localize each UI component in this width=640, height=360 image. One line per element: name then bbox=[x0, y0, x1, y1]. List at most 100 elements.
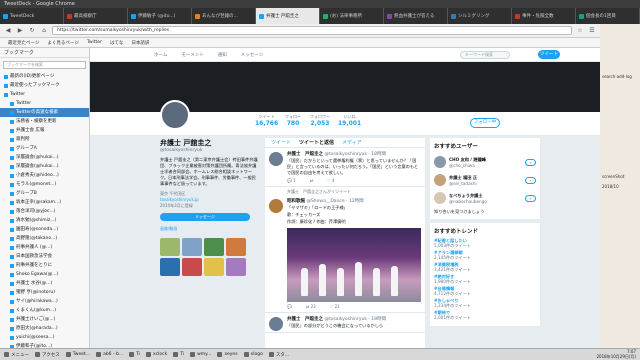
taskbar-item[interactable]: xclock bbox=[146, 352, 167, 357]
bookmark-link[interactable]: 日本語訳 bbox=[131, 40, 149, 46]
home-icon[interactable]: ⌂ bbox=[40, 27, 48, 35]
bookmark-item[interactable]: 弁護士会 広報 bbox=[0, 126, 89, 135]
tweet-author[interactable]: 弁護士 戸舘圭之 bbox=[287, 317, 323, 322]
star-icon[interactable]: ☆ bbox=[576, 27, 584, 35]
profile-handle[interactable]: @tosaikyoshinryuk bbox=[160, 148, 260, 153]
browser-tab[interactable]: あんなが翌鐘の... bbox=[192, 8, 256, 24]
bookmark-item[interactable]: グループB bbox=[0, 189, 89, 198]
bookmark-item[interactable]: 園田寿(@sonoda...) bbox=[0, 225, 89, 234]
media-thumbnail[interactable] bbox=[182, 238, 202, 256]
tweet-button[interactable]: ツイート bbox=[538, 50, 560, 59]
browser-tab[interactable]: 伊藤敏子 (@ito...) bbox=[128, 8, 192, 24]
bookmark-item[interactable]: 原田大(@harada...) bbox=[0, 324, 89, 333]
bookmark-item[interactable]: 最近使ったブックマーク bbox=[0, 81, 89, 90]
media-thumbnail[interactable] bbox=[204, 258, 224, 276]
desktop-icon-label[interactable]: search-add-log bbox=[602, 74, 632, 79]
bookmark-item[interactable]: 猪野 亨(@inotoru) bbox=[0, 288, 89, 297]
browser-tab[interactable]: 事件・危険全数 bbox=[512, 8, 576, 24]
browser-tab[interactable]: 最高検察庁 bbox=[64, 8, 128, 24]
media-label[interactable]: 画像/動画 bbox=[160, 226, 260, 232]
taskbar-item[interactable]: メニュー bbox=[4, 352, 29, 358]
back-arrow-icon[interactable]: ◀ bbox=[4, 27, 12, 35]
taskbar-item[interactable]: Ti bbox=[173, 352, 184, 357]
bookmark-item[interactable]: Twitter bbox=[0, 99, 89, 108]
browser-tab[interactable]: (お) 法律事務所 bbox=[320, 8, 384, 24]
stat-tweets[interactable]: ツイート 16,766 bbox=[255, 114, 278, 127]
bookmark-item[interactable]: yoichi(@seesa...) bbox=[0, 333, 89, 342]
browser-tab[interactable]: 熱血弁護士が答える bbox=[384, 8, 448, 24]
media-thumbnail[interactable] bbox=[160, 258, 180, 276]
twitter-search-input[interactable]: キーワード検索 bbox=[460, 51, 510, 59]
tweet-avatar[interactable] bbox=[269, 199, 283, 213]
tweet-author[interactable]: 弁護士 戸舘圭之 bbox=[287, 152, 323, 157]
trend-item[interactable]: #おしゃべり 1,234件のツイート bbox=[434, 298, 536, 308]
taskbar-item[interactable]: ab6 - b... bbox=[96, 352, 123, 357]
bookmark-item[interactable]: 刑事弁護をとりに bbox=[0, 261, 89, 270]
retweet-icon[interactable]: ⇄ 23 bbox=[306, 304, 316, 309]
forward-arrow-icon[interactable]: ▶ bbox=[16, 27, 24, 35]
tweet[interactable]: 昭和歌謡 @Showa__Dance · 12時間 「ヤマザキ」「ロードの王子様… bbox=[265, 195, 425, 313]
trend-item[interactable]: #絶対好き 1,980件のツイート bbox=[434, 274, 536, 284]
suggested-user[interactable]: なべちょう弁護士 @nabechoubengo + bbox=[434, 189, 536, 207]
bookmark-item[interactable]: 清水勉(@shimiz...) bbox=[0, 216, 89, 225]
bookmark-item[interactable]: 裁判所 bbox=[0, 135, 89, 144]
browser-tab[interactable]: 個会長の1回目 bbox=[576, 8, 640, 24]
bookmark-item[interactable]: 法務省・検察を更新 bbox=[0, 117, 89, 126]
bookmark-item[interactable]: 小倉秀夫(@hideo...) bbox=[0, 171, 89, 180]
browser-tab-active[interactable]: 弁護士 戸舘圭之 bbox=[256, 8, 320, 24]
nav-home[interactable]: ホーム bbox=[154, 52, 167, 58]
desktop-icon-label[interactable]: screenShot bbox=[602, 174, 624, 179]
user-avatar[interactable] bbox=[434, 174, 446, 186]
menu-icon[interactable]: ☰ bbox=[588, 27, 596, 35]
like-icon[interactable]: ♡ 21 bbox=[330, 304, 340, 309]
trend-item[interactable]: #消費税増税 3,421件のツイート bbox=[434, 262, 536, 272]
like-icon[interactable]: ♡ 4 bbox=[327, 178, 334, 183]
profile-avatar[interactable] bbox=[160, 100, 190, 130]
suggested-user[interactable]: CHO 友和 / 趙鍾峰 @cho_shiwa + bbox=[434, 153, 536, 171]
find-friends-link[interactable]: 知り合いを見つけましょう bbox=[434, 209, 536, 215]
follow-button[interactable]: + bbox=[524, 194, 536, 202]
bookmark-link[interactable]: 最近見たページ bbox=[8, 40, 39, 46]
tab-tweets[interactable]: ツイート bbox=[271, 138, 291, 147]
taskbar-item[interactable]: アクセス bbox=[35, 352, 60, 358]
reload-icon[interactable]: ↻ bbox=[28, 27, 36, 35]
follow-button[interactable]: + bbox=[524, 158, 536, 166]
retweet-icon[interactable]: ⇄ bbox=[310, 178, 313, 183]
tweet-avatar[interactable] bbox=[269, 152, 283, 166]
user-name[interactable]: 弁護士 福田 正 bbox=[449, 175, 477, 181]
media-thumbnail[interactable] bbox=[226, 258, 246, 276]
taskbar-item[interactable]: スタ... bbox=[268, 352, 289, 358]
tweet-video[interactable] bbox=[287, 228, 421, 302]
bookmark-item[interactable]: くまくん(@kum...) bbox=[0, 306, 89, 315]
bookmark-item[interactable]: 高野隆(@takano...) bbox=[0, 234, 89, 243]
taskbar-item[interactable]: Ti bbox=[129, 352, 140, 357]
reply-icon[interactable]: 💬 1 bbox=[287, 178, 296, 183]
media-thumbnail[interactable] bbox=[182, 258, 202, 276]
trend-item[interactable]: #台風情報 4,712件のツイート bbox=[434, 286, 536, 296]
bookmark-item[interactable]: 弁護士けいご(@...) bbox=[0, 315, 89, 324]
bookmark-link[interactable]: よく見るページ bbox=[47, 40, 78, 46]
bookmark-item[interactable]: 深層論会(@hukai...) bbox=[0, 153, 89, 162]
stat-followers[interactable]: フォロワー 2,053 bbox=[310, 114, 330, 127]
tab-media[interactable]: メディア bbox=[342, 138, 362, 147]
bookmark-item[interactable]: モラル(@monet...) bbox=[0, 180, 89, 189]
tweet[interactable]: 弁護士 戸舘圭之 @tosaikyoshinryuk · 18時間 「国民」だか… bbox=[265, 148, 425, 187]
nav-moments[interactable]: モーメント bbox=[181, 52, 203, 58]
media-thumbnail[interactable] bbox=[204, 238, 224, 256]
taskbar-item[interactable]: Tweet... bbox=[65, 352, 90, 357]
stat-following[interactable]: フォロー 780 bbox=[285, 114, 301, 127]
nav-messages[interactable]: メッセージ bbox=[241, 52, 263, 58]
bookmark-item[interactable]: グループA bbox=[0, 144, 89, 153]
bookmark-item[interactable]: 最新の(ID)更新ページ bbox=[0, 72, 89, 81]
taskbar-item[interactable]: xeyes bbox=[217, 352, 238, 357]
browser-tab[interactable]: TweetDeck bbox=[0, 8, 64, 24]
suggested-user[interactable]: 弁護士 福田 正 @sei_tadashi + bbox=[434, 171, 536, 189]
bookmark-item[interactable]: 日本国救急法学会 bbox=[0, 252, 89, 261]
taskbar-item[interactable]: wmy... bbox=[190, 352, 211, 357]
tab-tweets-and-replies[interactable]: ツイートと返信 bbox=[299, 138, 334, 147]
follow-button[interactable]: + bbox=[524, 176, 536, 184]
bookmark-item[interactable]: 深層論会(@hukai...) bbox=[0, 162, 89, 171]
bookmark-link[interactable]: Twitter bbox=[87, 40, 102, 45]
stat-likes[interactable]: いいね 19,001 bbox=[338, 114, 361, 127]
browser-tab[interactable]: シルミグリング bbox=[448, 8, 512, 24]
